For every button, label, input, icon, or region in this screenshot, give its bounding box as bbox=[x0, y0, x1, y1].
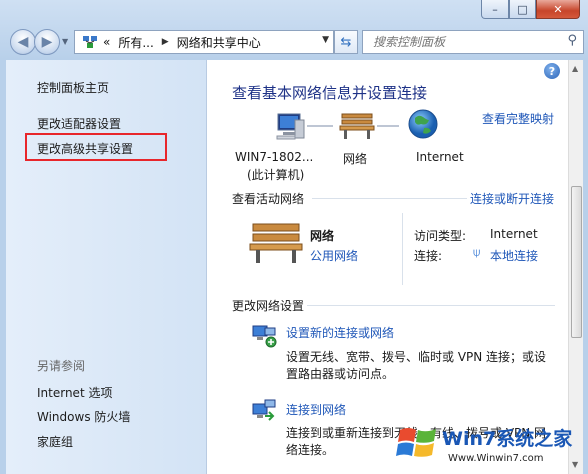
minimize-button[interactable]: – bbox=[481, 0, 509, 19]
arrow-right-icon: ▶ bbox=[41, 34, 53, 50]
internet-options-link[interactable]: Internet 选项 bbox=[37, 384, 112, 401]
recent-pages-dropdown[interactable]: ▼ bbox=[62, 37, 68, 46]
navigation-bar: ◀ ▶ ▼ « 所有... ▶ 网络和共享中心 ▼ ⇆ ⚲ bbox=[6, 27, 584, 57]
watermark-url: Www.Winwin7.com bbox=[448, 453, 544, 464]
map-network-label: 网络 bbox=[343, 152, 368, 166]
setup-new-connection-desc-2: 置路由器或访问点。 bbox=[286, 367, 395, 381]
active-networks-heading: 查看活动网络 bbox=[232, 192, 305, 206]
highlight-box bbox=[25, 133, 167, 161]
arrow-left-icon: ◀ bbox=[17, 34, 29, 50]
window-frame: – □ ✕ ◀ ▶ ▼ « 所有... ▶ 网络和共享中心 ▼ ⇆ ⚲ 控制面板… bbox=[0, 0, 588, 474]
network-center-icon bbox=[81, 35, 99, 49]
control-panel-home-link[interactable]: 控制面板主页 bbox=[37, 79, 109, 96]
connect-to-network-link[interactable]: 连接到网络 bbox=[286, 401, 346, 418]
caption-buttons: – □ ✕ bbox=[481, 0, 580, 19]
search-box[interactable]: ⚲ bbox=[362, 30, 584, 54]
help-icon[interactable]: ? bbox=[544, 63, 560, 79]
watermark: Win7系统之家 Www.Winwin7.com bbox=[392, 418, 588, 474]
main-content: 查看基本网络信息并设置连接 查看完整映射 WIN7-1802... (此计算机)… bbox=[207, 60, 568, 474]
scrollbar-thumb[interactable] bbox=[571, 186, 582, 338]
connections-label: 连接: bbox=[414, 249, 443, 263]
search-icon[interactable]: ⚲ bbox=[567, 33, 577, 48]
bench-icon bbox=[339, 110, 375, 143]
computer-subtitle: (此计算机) bbox=[247, 168, 305, 182]
connect-disconnect-link[interactable]: 连接或断开连接 bbox=[470, 190, 554, 207]
setup-new-connection-link[interactable]: 设置新的连接或网络 bbox=[286, 324, 394, 341]
back-button[interactable]: ◀ bbox=[10, 29, 36, 55]
breadcrumb-item-all[interactable]: 所有... bbox=[118, 34, 153, 51]
refresh-button[interactable]: ⇆ bbox=[334, 30, 358, 54]
search-input[interactable] bbox=[371, 31, 555, 53]
forward-button[interactable]: ▶ bbox=[34, 29, 60, 55]
divider bbox=[312, 198, 467, 199]
internet-globe-icon bbox=[407, 108, 439, 143]
divider bbox=[307, 305, 555, 306]
breadcrumb-item-network-center[interactable]: 网络和共享中心 bbox=[177, 34, 261, 51]
ethernet-icon: ⍦ bbox=[473, 245, 481, 259]
scroll-up-icon[interactable]: ▲ bbox=[572, 64, 578, 73]
vertical-divider bbox=[402, 213, 403, 285]
address-dropdown-icon[interactable]: ▼ bbox=[322, 35, 329, 45]
active-network-name: 网络 bbox=[310, 229, 335, 243]
change-adapter-settings-link[interactable]: 更改适配器设置 bbox=[37, 115, 121, 132]
computer-icon bbox=[275, 110, 307, 145]
address-bar[interactable]: « 所有... ▶ 网络和共享中心 ▼ bbox=[74, 30, 334, 54]
access-type-value: Internet bbox=[490, 227, 538, 241]
windows-logo-icon bbox=[396, 428, 436, 457]
setup-new-connection-desc: 设置无线、宽带、拨号、临时或 VPN 连接；或设 bbox=[286, 350, 547, 364]
network-type-link[interactable]: 公用网络 bbox=[310, 247, 358, 264]
homegroup-link[interactable]: 家庭组 bbox=[37, 433, 73, 450]
active-network-bench-icon bbox=[249, 220, 303, 267]
breadcrumb-overflow[interactable]: « bbox=[103, 35, 110, 49]
connect-to-network-icon bbox=[251, 398, 277, 427]
local-connection-link[interactable]: 本地连接 bbox=[490, 247, 538, 264]
connect-to-network-desc-2: 络连接。 bbox=[286, 443, 335, 457]
computer-name: WIN7-1802... bbox=[235, 150, 314, 164]
map-internet-label: Internet bbox=[416, 150, 464, 164]
breadcrumb-separator-icon[interactable]: ▶ bbox=[162, 37, 169, 47]
access-type-label: 访问类型: bbox=[414, 229, 467, 243]
vertical-scrollbar[interactable]: ▲ ▼ bbox=[568, 60, 583, 474]
see-also-title: 另请参阅 bbox=[37, 359, 86, 373]
change-settings-heading: 更改网络设置 bbox=[232, 299, 305, 313]
left-pane: 控制面板主页 更改适配器设置 更改高级共享设置 另请参阅 Internet 选项… bbox=[6, 60, 207, 474]
new-connection-icon bbox=[251, 322, 277, 351]
watermark-brand: Win7系统之家 bbox=[442, 428, 573, 450]
maximize-button[interactable]: □ bbox=[509, 0, 536, 19]
close-button[interactable]: ✕ bbox=[536, 0, 580, 19]
refresh-icon: ⇆ bbox=[340, 34, 352, 50]
windows-firewall-link[interactable]: Windows 防火墙 bbox=[37, 408, 130, 425]
